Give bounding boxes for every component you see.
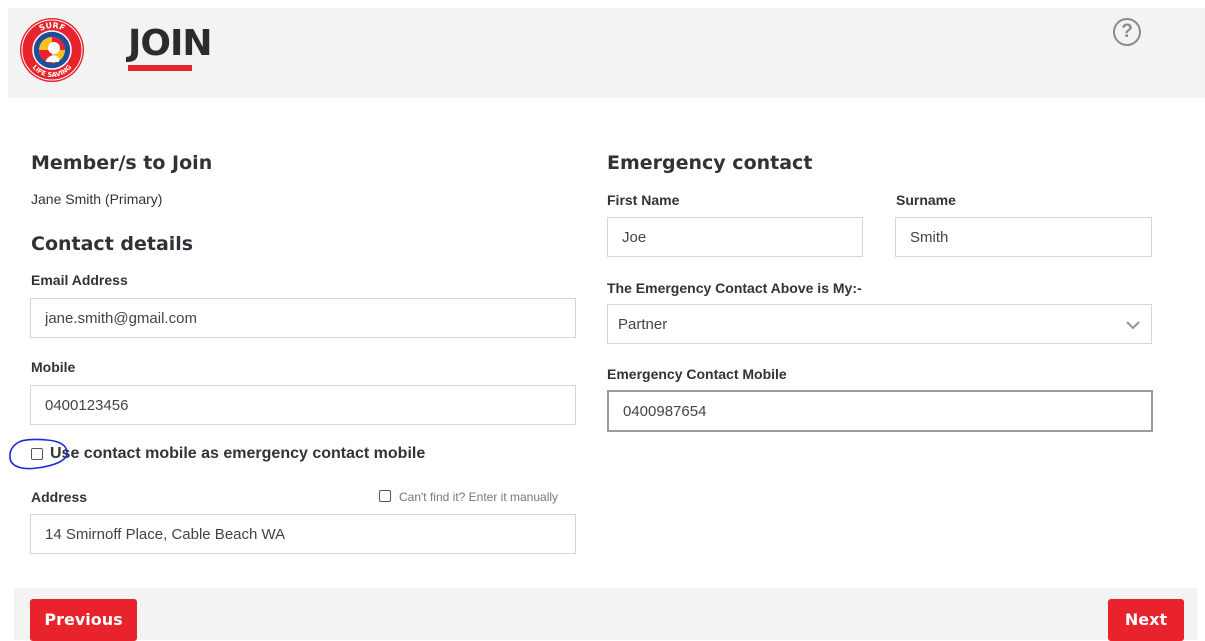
use-contact-mobile-checkbox[interactable] [31, 448, 43, 460]
previous-button[interactable]: Previous [30, 599, 137, 641]
surname-field[interactable] [895, 217, 1152, 257]
page-header: SURF LIFE SAVING JOIN ? [8, 8, 1205, 98]
surname-label: Surname [896, 192, 956, 208]
manual-address-checkbox[interactable] [379, 490, 391, 502]
use-contact-mobile-label[interactable]: Use contact mobile as emergency contact … [50, 445, 425, 463]
emergency-mobile-field[interactable] [607, 390, 1153, 432]
mobile-field[interactable] [30, 385, 576, 425]
title-underline [128, 65, 192, 71]
email-field[interactable] [30, 298, 576, 338]
emergency-contact-heading: Emergency contact [607, 152, 813, 174]
first-name-label: First Name [607, 192, 680, 208]
first-name-field[interactable] [607, 217, 863, 257]
surf-life-saving-logo: SURF LIFE SAVING [20, 18, 84, 82]
relation-selected-value: Partner [618, 316, 668, 333]
email-label: Email Address [31, 272, 128, 288]
help-icon[interactable]: ? [1113, 18, 1141, 46]
page-title: JOIN [128, 23, 213, 64]
next-button[interactable]: Next [1108, 599, 1184, 641]
chevron-down-icon [1126, 321, 1140, 330]
footer-bar [14, 588, 1197, 640]
address-label: Address [31, 489, 88, 505]
manual-address-label[interactable]: Can't find it? Enter it manually [399, 490, 558, 504]
address-field[interactable] [30, 514, 576, 554]
primary-member: Jane Smith (Primary) [31, 191, 163, 207]
emergency-mobile-label: Emergency Contact Mobile [607, 366, 787, 382]
relation-label: The Emergency Contact Above is My:- [607, 280, 862, 296]
contact-details-heading: Contact details [31, 233, 194, 255]
relation-select[interactable]: Partner [607, 304, 1152, 344]
mobile-label: Mobile [31, 359, 76, 375]
members-heading: Member/s to Join [31, 152, 213, 174]
